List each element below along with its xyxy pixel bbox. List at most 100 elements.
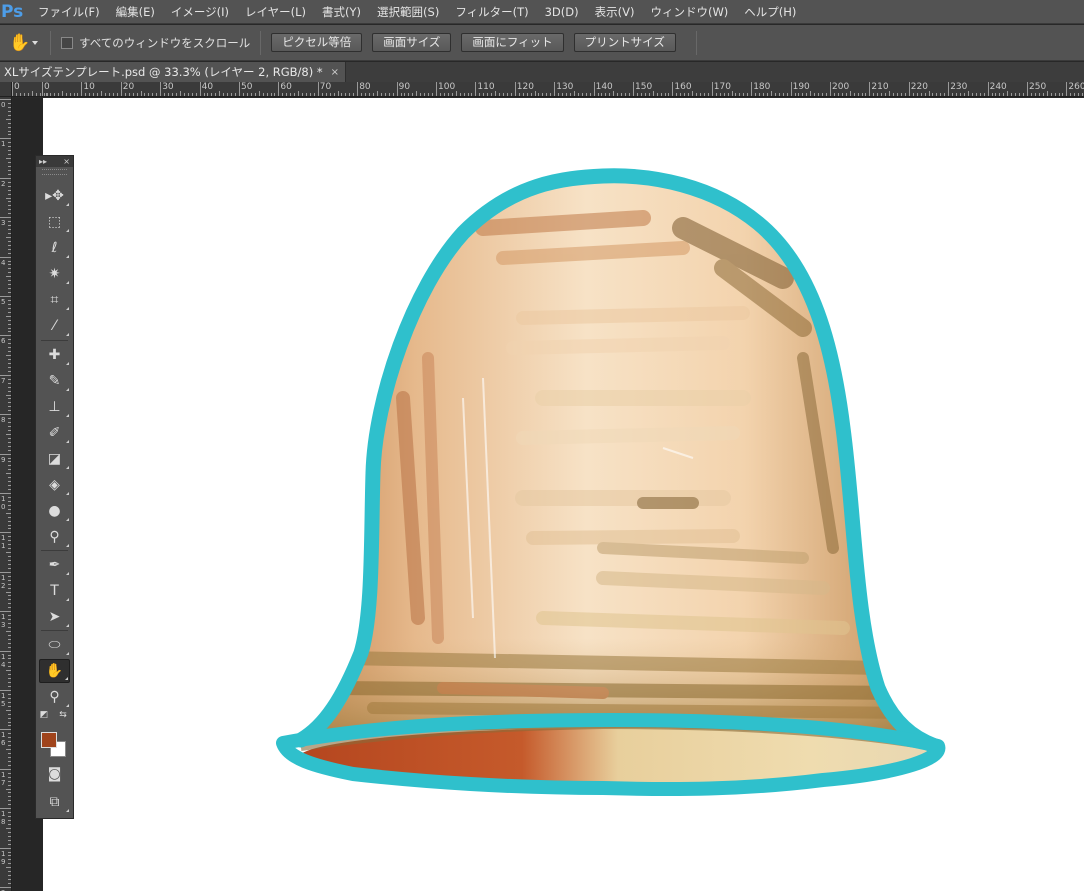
foreground-color-swatch[interactable] [41, 732, 57, 748]
ruler-tick [42, 82, 43, 96]
menu-3d[interactable]: 3D(D) [537, 0, 587, 24]
ruler-minor-tick [97, 93, 99, 96]
ruler-minor-tick [1015, 93, 1017, 96]
ruler-minor-tick [8, 185, 11, 187]
lasso-tool-icon[interactable]: ℓ [39, 236, 70, 260]
fit-screen-button[interactable]: 画面サイズ [372, 33, 452, 52]
panel-grip[interactable] [42, 169, 67, 175]
vertical-ruler[interactable]: 01234567891011121314151617181920 [0, 97, 12, 891]
ruler-minor-tick [8, 331, 11, 333]
menu-edit[interactable]: 編集(E) [108, 0, 163, 24]
ruler-minor-tick [8, 150, 11, 152]
ruler-minor-tick [258, 91, 260, 96]
marquee-tool-icon[interactable]: ⬚ [39, 210, 70, 234]
eraser-tool-icon[interactable]: ◪ [39, 447, 70, 471]
menu-select[interactable]: 選択範囲(S) [369, 0, 447, 24]
ruler-minor-tick [471, 93, 473, 96]
ruler-label: 19 [1, 849, 6, 866]
ruler-minor-tick [1082, 93, 1084, 96]
screen-mode-icon[interactable]: ⧉ [39, 790, 70, 814]
clone-stamp-tool-icon[interactable]: ⊥ [39, 395, 70, 419]
actual-pixels-button[interactable]: ピクセル等倍 [271, 33, 363, 52]
submenu-triangle [66, 255, 69, 258]
canvas-area[interactable] [13, 98, 1084, 891]
ruler-minor-tick [23, 93, 25, 96]
menu-file[interactable]: ファイル(F) [30, 0, 108, 24]
pen-tool-icon[interactable]: ✒ [39, 553, 70, 577]
print-size-button[interactable]: プリントサイズ [573, 33, 676, 52]
blur-tool-icon[interactable]: ● [39, 499, 70, 523]
magic-wand-tool-icon[interactable]: ✷ [39, 262, 70, 286]
history-brush-tool-icon[interactable]: ✐ [39, 421, 70, 445]
menu-filter[interactable]: フィルター(T) [447, 0, 536, 24]
ruler-minor-tick [376, 91, 378, 96]
document-tab-title: XLサイズテンプレート.psd @ 33.3% (レイヤー 2, RGB/8) … [4, 65, 323, 79]
ruler-minor-tick [380, 93, 382, 96]
submenu-triangle [66, 704, 69, 707]
crop-tool-icon[interactable]: ⌗ [39, 288, 70, 312]
close-icon[interactable]: × [63, 157, 70, 166]
ruler-minor-tick [19, 93, 21, 96]
dodge-tool-icon[interactable]: ⚲ [39, 525, 70, 549]
menu-view[interactable]: 表示(V) [587, 0, 643, 24]
ps-logo: Ps [1, 1, 24, 22]
zoom-tool-icon[interactable]: ⚲ [39, 685, 70, 709]
document-canvas[interactable] [43, 98, 1084, 891]
ruler-minor-tick [89, 93, 91, 96]
ruler-label: 13 [1, 613, 6, 630]
paint-bucket-tool-icon[interactable]: ◈ [39, 473, 70, 497]
ruler-label: 50 [241, 82, 253, 92]
ruler-minor-tick [999, 93, 1001, 96]
ruler-minor-tick [384, 93, 386, 96]
fill-screen-button[interactable]: 画面にフィット [461, 33, 564, 52]
ruler-minor-tick [8, 733, 11, 735]
ruler-minor-tick [8, 583, 11, 585]
tool-preset-picker[interactable]: ✋ [0, 25, 40, 61]
menu-help[interactable]: ヘルプ(H) [736, 0, 804, 24]
document-tab[interactable]: XLサイズテンプレート.psd @ 33.3% (レイヤー 2, RGB/8) … [0, 62, 347, 82]
move-tool-icon[interactable]: ▸✥ [39, 184, 70, 208]
ruler-label: 14 [1, 652, 6, 669]
ruler-label: 260 [1068, 82, 1084, 92]
ruler-minor-tick [506, 93, 508, 96]
type-tool-icon[interactable]: T [39, 579, 70, 603]
ruler-minor-tick [8, 114, 11, 116]
quick-mask-icon[interactable]: ◙ [39, 762, 70, 786]
tools-panel-header[interactable]: ▸▸ × [36, 156, 73, 167]
menu-type[interactable]: 書式(Y) [314, 0, 369, 24]
ruler-minor-tick [313, 93, 315, 96]
ruler-minor-tick [8, 362, 11, 364]
ruler-minor-tick [8, 165, 11, 167]
swap-colors-icon[interactable]: ⇆ [56, 708, 70, 722]
expand-icon[interactable]: ▸▸ [39, 157, 47, 166]
menu-layer[interactable]: レイヤー(L) [237, 0, 314, 24]
ruler-minor-tick [136, 93, 138, 96]
ruler-minor-tick [1042, 93, 1044, 96]
default-colors-icon[interactable]: ◩ [37, 708, 51, 722]
eyedropper-tool-icon[interactable]: ⁄ [39, 314, 70, 338]
close-icon[interactable]: × [331, 67, 339, 78]
ruler-tick [317, 82, 319, 96]
ruler-minor-tick [105, 93, 107, 96]
ruler-minor-tick [8, 500, 11, 502]
ruler-minor-tick [963, 93, 965, 96]
ruler-minor-tick [8, 122, 11, 124]
hand-tool-icon[interactable]: ✋ [39, 659, 70, 683]
scroll-all-windows-checkbox[interactable] [61, 36, 73, 49]
ellipse-tool-icon[interactable]: ⬭ [39, 633, 70, 657]
ruler-minor-tick [1062, 93, 1064, 96]
path-selection-tool-icon[interactable]: ➤ [39, 605, 70, 629]
ruler-tick [120, 82, 122, 96]
ruler-minor-tick [8, 240, 11, 242]
ruler-minor-tick [6, 315, 11, 317]
submenu-triangle [66, 281, 69, 284]
brush-tool-icon[interactable]: ✎ [39, 369, 70, 393]
ruler-minor-tick [8, 126, 11, 128]
ruler-minor-tick [172, 93, 174, 96]
menu-window[interactable]: ウィンドウ(W) [642, 0, 736, 24]
healing-brush-tool-icon[interactable]: ✚ [39, 343, 70, 367]
horizontal-ruler[interactable]: 0 0 10 20 30 40 50 60 70 80 90 100 110 120 130 140 150 16… [12, 82, 1084, 97]
ruler-origin[interactable] [0, 82, 12, 97]
photoshop-window: Ps ファイル(F) 編集(E) イメージ(I) レイヤー(L) 書式(Y) 選… [0, 0, 1084, 891]
menu-image[interactable]: イメージ(I) [163, 0, 237, 24]
